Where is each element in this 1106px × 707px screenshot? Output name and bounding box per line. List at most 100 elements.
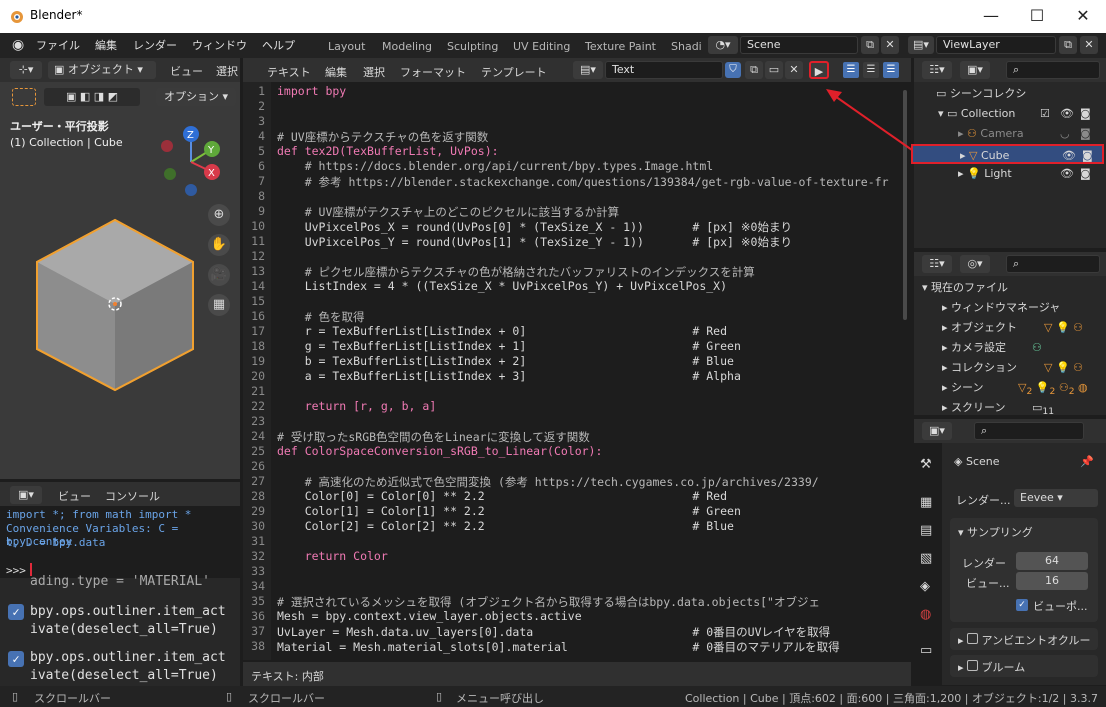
syntax-highlight-toggle-icon[interactable]: ☰ bbox=[883, 62, 899, 78]
unlink-text-icon[interactable]: ✕ bbox=[785, 61, 803, 79]
outliner-editor-type-icon[interactable]: ☷▾ bbox=[922, 61, 952, 79]
menu-window[interactable]: ウィンドウ bbox=[192, 37, 247, 53]
ao-checkbox[interactable] bbox=[967, 633, 979, 644]
new-text-icon[interactable]: ⧉ bbox=[745, 61, 763, 79]
text-browse-icon[interactable]: ▤▾ bbox=[573, 61, 603, 79]
databrowser-item[interactable]: ▸ ウィンドウマネージャ bbox=[914, 298, 1104, 318]
eye-icon[interactable]: 👁 bbox=[1060, 104, 1074, 124]
eye-icon[interactable]: 👁 bbox=[1062, 146, 1076, 166]
blender-menu-icon[interactable]: ◉ bbox=[12, 37, 24, 53]
viewport-samples-field[interactable]: 16 bbox=[1016, 572, 1088, 590]
mode-selector[interactable]: ▣ オブジェクト ▾ bbox=[48, 61, 156, 79]
options-dropdown[interactable]: オプション ▾ bbox=[156, 88, 236, 106]
close-button[interactable]: ✕ bbox=[1060, 0, 1106, 33]
tab-modeling[interactable]: Modeling bbox=[382, 40, 432, 53]
navigation-gizmo[interactable]: Z Y X bbox=[154, 122, 234, 202]
viewlayer-selector-icon[interactable]: ▤▾ bbox=[908, 36, 934, 54]
bloom-panel[interactable]: ▸ ブルーム bbox=[950, 655, 1098, 677]
camera-render-icon[interactable]: ◙ bbox=[1080, 164, 1091, 184]
pin-icon[interactable]: 📌 bbox=[1080, 455, 1094, 468]
pan-hand-icon[interactable]: ✋ bbox=[208, 234, 230, 256]
python-console[interactable]: import *; from math import * Convenience… bbox=[0, 506, 240, 578]
properties-search-input[interactable]: ⌕ bbox=[974, 422, 1084, 440]
output-tab-icon[interactable]: ▤ bbox=[920, 523, 932, 538]
render-tab-icon[interactable]: ▦ bbox=[920, 495, 932, 510]
console-editor-type-icon[interactable]: ▣▾ bbox=[10, 486, 42, 504]
databrowser-editor-type-icon[interactable]: ☷▾ bbox=[922, 255, 952, 273]
text-menu-format[interactable]: フォーマット bbox=[400, 64, 466, 80]
fake-user-shield-icon[interactable]: ⛉ bbox=[725, 62, 741, 78]
grid-view-icon[interactable]: ▦ bbox=[208, 294, 230, 316]
tab-texture-paint[interactable]: Texture Paint bbox=[585, 40, 656, 53]
outliner-collection[interactable]: ▾ ▭ Collection ☑ 👁 ◙ bbox=[914, 104, 1104, 124]
collection-tab-icon[interactable]: ▭ bbox=[920, 643, 932, 658]
databrowser-item[interactable]: ▸ コレクション ▽ 💡 ⚇ bbox=[914, 358, 1104, 378]
new-scene-icon[interactable]: ⧉ bbox=[861, 36, 879, 54]
tab-shading[interactable]: Shadi bbox=[671, 40, 702, 53]
view-layer-tab-icon[interactable]: ▧ bbox=[920, 551, 932, 566]
tool-tab-icon[interactable]: ⚒ bbox=[920, 457, 932, 472]
cube-object[interactable] bbox=[30, 214, 200, 394]
render-engine-dropdown[interactable]: Eevee ▾ bbox=[1014, 489, 1098, 507]
3d-viewport[interactable]: ▣ ◧ ◨ ◩ オプション ▾ ユーザー・平行投影 (1) Collection… bbox=[0, 82, 240, 479]
camera-render-icon[interactable]: ◙ bbox=[1080, 124, 1091, 144]
checkbox-icon[interactable]: ☑ bbox=[1040, 104, 1050, 124]
databrowser-item[interactable]: ▸ スクリーン ▭11 bbox=[914, 398, 1104, 418]
databrowser-search-input[interactable]: ⌕ bbox=[1006, 255, 1100, 273]
eye-icon[interactable]: 👁 bbox=[1060, 164, 1074, 184]
text-name-field[interactable]: Text bbox=[605, 61, 723, 79]
line-numbers-toggle-icon[interactable]: ☰ bbox=[843, 62, 859, 78]
word-wrap-toggle-icon[interactable]: ☰ bbox=[863, 62, 879, 78]
text-menu-text[interactable]: テキスト bbox=[267, 64, 311, 80]
eye-icon[interactable]: ◡ bbox=[1060, 124, 1070, 144]
tab-layout[interactable]: Layout bbox=[328, 40, 365, 53]
viewport-denoise-checkbox[interactable]: ✓ bbox=[1016, 599, 1028, 611]
databrowser-mode-icon[interactable]: ◎▾ bbox=[960, 255, 990, 273]
maximize-button[interactable]: ☐ bbox=[1014, 0, 1060, 33]
camera-render-icon[interactable]: ◙ bbox=[1080, 104, 1091, 124]
outliner-item-camera[interactable]: ▸ ⚇ Camera ◡ ◙ bbox=[914, 124, 1104, 144]
outliner-item-light[interactable]: ▸ 💡 Light 👁 ◙ bbox=[914, 164, 1104, 184]
select-mode-icons[interactable]: ▣ ◧ ◨ ◩ bbox=[44, 88, 140, 106]
console-menu-console[interactable]: コンソール bbox=[105, 488, 160, 504]
databrowser-root[interactable]: ▾ 現在のファイル bbox=[914, 278, 1104, 298]
text-menu-edit[interactable]: 編集 bbox=[325, 64, 347, 80]
camera-view-icon[interactable]: 🎥 bbox=[208, 264, 230, 286]
outliner-item-cube[interactable]: ▸ ▽ Cube 👁 ◙ bbox=[911, 144, 1104, 164]
viewport-menu-view[interactable]: ビュー bbox=[170, 63, 203, 79]
outliner-scene-collection[interactable]: ▭ シーンコレクシ bbox=[914, 84, 1104, 104]
menu-file[interactable]: ファイル bbox=[36, 37, 80, 53]
editor-type-icon[interactable]: ⊹▾ bbox=[10, 61, 42, 79]
outliner-display-mode-icon[interactable]: ▣▾ bbox=[960, 61, 990, 79]
databrowser-item[interactable]: ▸ シーン ▽2 💡2 ⚇2 ◍ bbox=[914, 378, 1104, 398]
viewport-menu-select[interactable]: 選択 bbox=[216, 63, 238, 79]
new-viewlayer-icon[interactable]: ⧉ bbox=[1059, 36, 1077, 54]
camera-render-icon[interactable]: ◙ bbox=[1082, 146, 1093, 166]
zoom-icon[interactable]: ⊕ bbox=[208, 204, 230, 226]
menu-help[interactable]: ヘルプ bbox=[262, 37, 295, 53]
menu-edit[interactable]: 編集 bbox=[95, 37, 117, 53]
tab-uv-editing[interactable]: UV Editing bbox=[513, 40, 570, 53]
render-samples-field[interactable]: 64 bbox=[1016, 552, 1088, 570]
text-menu-templates[interactable]: テンプレート bbox=[481, 64, 547, 80]
databrowser-item[interactable]: ▸ カメラ設定 ⚇ bbox=[914, 338, 1104, 358]
databrowser-item[interactable]: ▸ オブジェクト ▽ 💡 ⚇ bbox=[914, 318, 1104, 338]
remove-scene-icon[interactable]: ✕ bbox=[881, 36, 899, 54]
select-box-icon[interactable] bbox=[12, 88, 36, 106]
viewlayer-name-field[interactable]: ViewLayer bbox=[936, 36, 1056, 54]
scene-selector-icon[interactable]: ◔▾ bbox=[708, 36, 738, 54]
scene-tab-icon[interactable]: ◈ bbox=[920, 579, 930, 594]
ao-panel[interactable]: ▸ アンビエントオクルー bbox=[950, 628, 1098, 650]
outliner-search-input[interactable]: ⌕ bbox=[1006, 61, 1100, 79]
open-text-icon[interactable]: ▭ bbox=[765, 61, 783, 79]
world-tab-icon[interactable]: ◍ bbox=[920, 607, 931, 622]
remove-viewlayer-icon[interactable]: ✕ bbox=[1080, 36, 1098, 54]
tab-sculpting[interactable]: Sculpting bbox=[447, 40, 498, 53]
properties-editor-type-icon[interactable]: ▣▾ bbox=[922, 422, 952, 440]
console-menu-view[interactable]: ビュー bbox=[58, 488, 91, 504]
sampling-panel-header[interactable]: ▾ サンプリング bbox=[958, 524, 1033, 540]
scene-name-field[interactable]: Scene bbox=[740, 36, 858, 54]
menu-render[interactable]: レンダー bbox=[133, 37, 177, 53]
run-script-button[interactable]: ▶ bbox=[809, 61, 829, 79]
minimize-button[interactable]: — bbox=[968, 0, 1014, 33]
